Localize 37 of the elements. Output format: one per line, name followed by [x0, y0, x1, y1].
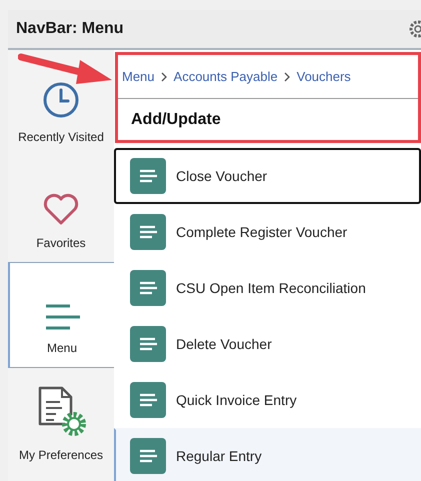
breadcrumb-link[interactable]: Accounts Payable	[174, 66, 278, 86]
item-label: Quick Invoice Entry	[176, 390, 297, 410]
menu-item[interactable]: Regular Entry	[114, 428, 421, 481]
sidebar-label: Favorites	[36, 235, 86, 252]
settings-icon[interactable]	[407, 18, 421, 40]
menu-item[interactable]: Quick Invoice Entry	[114, 372, 421, 428]
menu-icon	[44, 303, 80, 331]
item-label: CSU Open Item Reconciliation	[176, 278, 366, 298]
header-title: NavBar: Menu	[16, 19, 124, 39]
sidebar-label: My Preferences	[18, 447, 104, 464]
list-icon	[130, 326, 166, 362]
list-icon	[130, 214, 166, 250]
heart-icon	[42, 192, 80, 226]
sidebar-item[interactable]: Favorites	[8, 156, 114, 262]
menu-item[interactable]: Delete Voucher	[114, 316, 421, 372]
list-icon	[130, 158, 166, 194]
item-label: Delete Voucher	[176, 334, 272, 354]
item-label: Regular Entry	[176, 446, 262, 466]
menu-item[interactable]: CSU Open Item Reconciliation	[114, 260, 421, 316]
menu-item[interactable]: Complete Register Voucher	[114, 204, 421, 260]
sidebar-item[interactable]: My Preferences	[8, 368, 114, 474]
sidebar-label: Recently Visited	[18, 129, 104, 146]
chevron-icon	[284, 72, 291, 82]
clock-icon	[41, 80, 81, 120]
breadcrumb-link[interactable]: Menu	[122, 66, 155, 86]
menu-item[interactable]: Close Voucher	[114, 148, 421, 204]
item-label: Close Voucher	[176, 166, 268, 186]
section-title: Add/Update	[131, 110, 221, 130]
chevron-icon	[160, 72, 168, 82]
list-icon	[130, 270, 166, 306]
list-icon	[130, 438, 166, 474]
sidebar-item[interactable]: Menu	[8, 262, 114, 368]
breadcrumb-link[interactable]: Vouchers	[296, 66, 351, 86]
item-label: Complete Register Voucher	[176, 222, 348, 242]
list-icon	[130, 382, 166, 418]
sidebar-item[interactable]: Recently Visited	[8, 50, 114, 156]
sidebar-label: Menu	[46, 340, 78, 357]
